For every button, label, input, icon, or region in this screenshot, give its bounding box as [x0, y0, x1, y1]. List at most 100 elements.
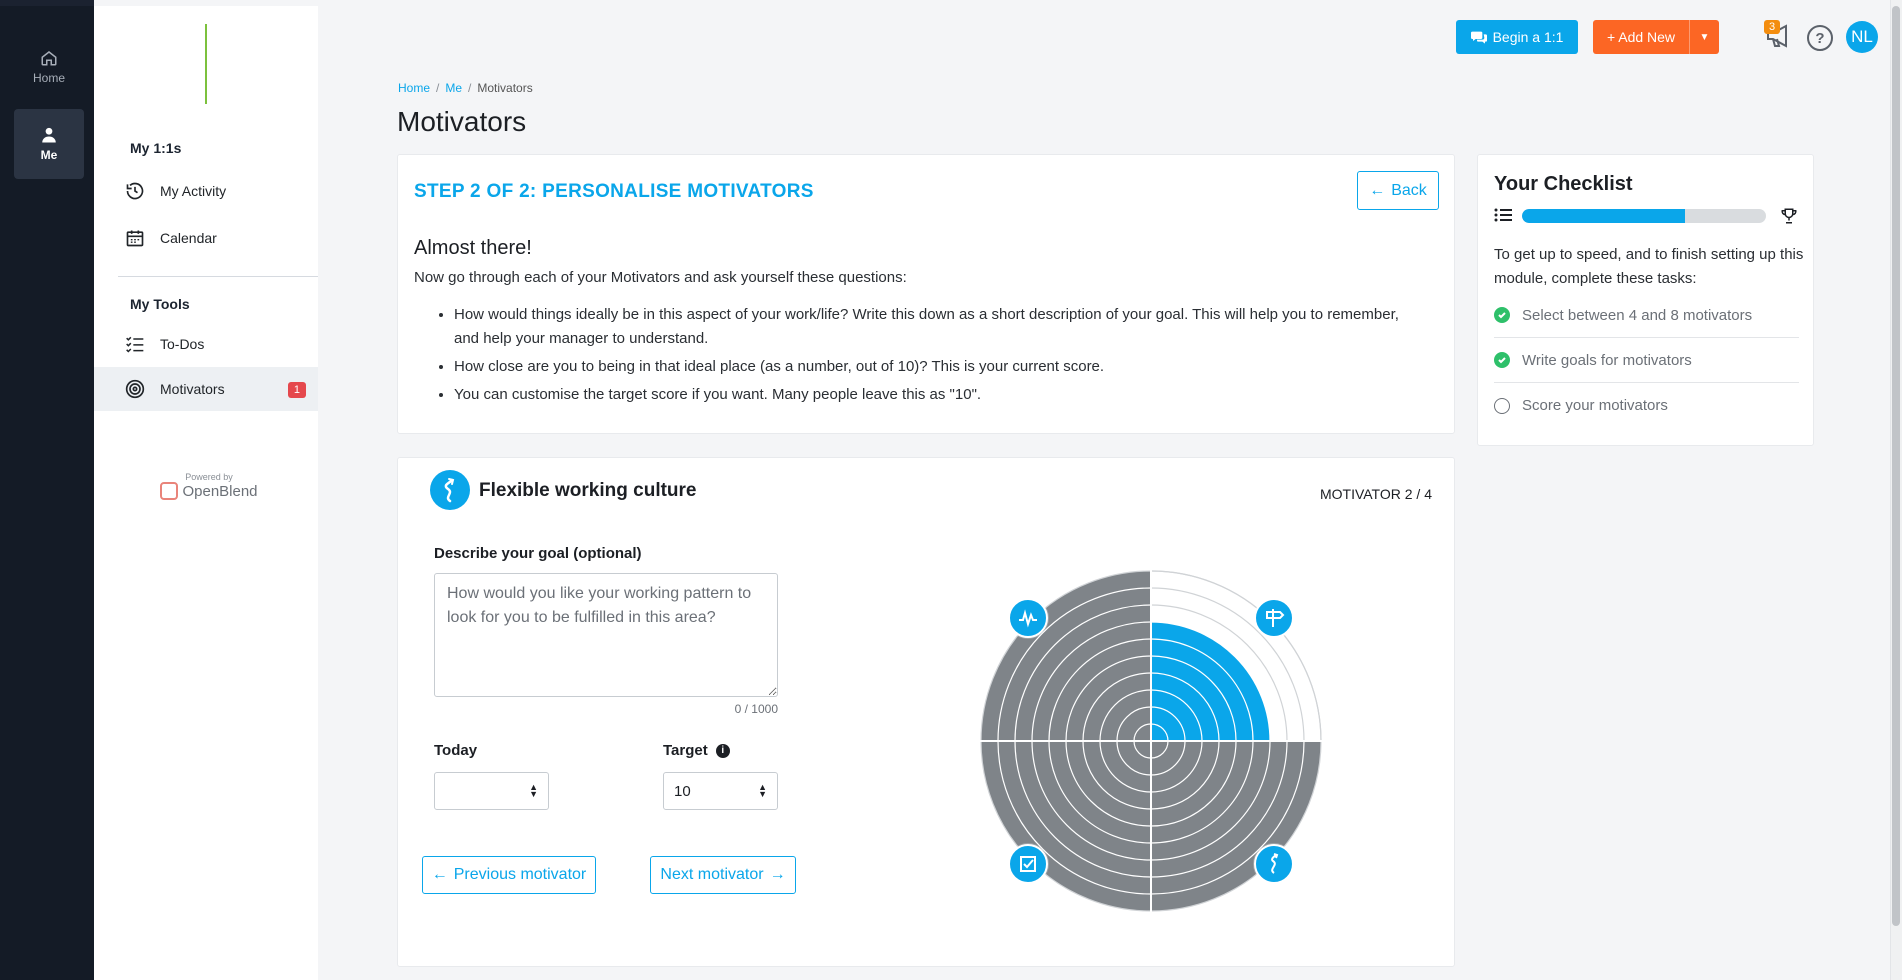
history-icon: [124, 180, 146, 202]
scrollbar-thumb[interactable]: [1892, 6, 1900, 926]
sidebar-item-calendar[interactable]: Calendar: [94, 216, 318, 260]
list-item: How would things ideally be in this aspe…: [454, 303, 1414, 351]
notifications[interactable]: 3: [1764, 20, 1794, 52]
winding-path-icon: [430, 470, 470, 510]
sidebar-item-label: Calendar: [160, 230, 217, 246]
target-select[interactable]: 10 ▲ ▼: [663, 772, 778, 810]
breadcrumb-current: Motivators: [477, 81, 533, 95]
question-list: How would things ideally be in this aspe…: [454, 303, 1414, 411]
target-label-wrap: Target i: [663, 742, 730, 759]
nav-home[interactable]: Home: [14, 32, 84, 102]
sidebar-item-todos[interactable]: To-Dos: [94, 322, 318, 366]
calendar-icon: [124, 227, 146, 249]
user-avatar[interactable]: NL: [1846, 21, 1878, 53]
page-title: Motivators: [397, 106, 527, 137]
motivator-wheel[interactable]: [978, 568, 1324, 914]
progress-bar: [1522, 209, 1766, 223]
previous-motivator-label: Previous motivator: [453, 866, 587, 883]
target-icon: [124, 378, 146, 400]
signpost-icon[interactable]: [1253, 597, 1295, 639]
next-motivator-button[interactable]: Next motivator →: [650, 856, 796, 894]
arrow-right-icon: →: [769, 866, 786, 883]
section-title-my-1to1s: My 1:1s: [130, 140, 182, 156]
empty-circle-icon: [1494, 397, 1510, 414]
chevron-down-icon[interactable]: ▼: [1689, 20, 1719, 54]
wheel-segment[interactable]: [981, 571, 1151, 741]
list-item: You can customise the target score if yo…: [454, 383, 1414, 407]
wheel-segment[interactable]: [1151, 622, 1270, 741]
sidebar: My 1:1s My Activity Calendar My Tools To…: [94, 6, 318, 980]
add-new-button[interactable]: + Add New ▼: [1593, 20, 1719, 54]
step-title: STEP 2 OF 2: PERSONALISE MOTIVATORS: [414, 181, 814, 202]
list-item: How close are you to being in that ideal…: [454, 355, 1414, 379]
motivators-badge: 1: [287, 382, 306, 398]
winding-path-icon[interactable]: [1253, 843, 1295, 885]
checklist-progress: [1494, 207, 1799, 224]
person-icon: [42, 127, 56, 143]
powered-by-text: Powered by: [185, 472, 233, 482]
brand-logo: OpenBlend: [154, 482, 264, 500]
breadcrumb: Home / Me / Motivators: [398, 81, 533, 95]
pulse-icon[interactable]: [1007, 597, 1049, 639]
breadcrumb-me[interactable]: Me: [445, 81, 462, 95]
powered-by: Powered by OpenBlend: [154, 472, 264, 500]
progress-fill: [1522, 209, 1686, 223]
sidebar-item-label: Motivators: [160, 381, 225, 397]
nav-me-label: Me: [40, 148, 58, 162]
sidebar-divider: [118, 276, 318, 277]
today-select[interactable]: ▲ ▼: [434, 772, 549, 810]
step-card: STEP 2 OF 2: PERSONALISE MOTIVATORS ← Ba…: [397, 154, 1455, 434]
sidebar-item-motivators[interactable]: Motivators 1: [94, 367, 318, 411]
checklist-card: Your Checklist To get up to speed, and t…: [1477, 154, 1814, 446]
select-arrows-icon: ▲ ▼: [758, 782, 767, 799]
sidebar-item-label: My Activity: [160, 183, 227, 199]
task-label: Score your motivators: [1522, 397, 1668, 414]
sidebar-item-label: To-Dos: [160, 336, 205, 352]
target-label: Target: [663, 742, 708, 759]
breadcrumb-home[interactable]: Home: [398, 81, 430, 95]
help-button[interactable]: ?: [1807, 25, 1833, 51]
previous-motivator-button[interactable]: ← Previous motivator: [422, 856, 596, 894]
scrollbar[interactable]: [1890, 0, 1902, 980]
nav-home-label: Home: [32, 71, 65, 85]
wheel-segment[interactable]: [981, 741, 1151, 911]
todo-list-icon: [124, 333, 146, 355]
step-intro: Now go through each of your Motivators a…: [414, 269, 907, 286]
checkbox-icon[interactable]: [1007, 843, 1049, 885]
openblend-logo-icon: [160, 482, 179, 500]
motivator-counter: MOTIVATOR 2 / 4: [1319, 486, 1432, 502]
checklist-description: To get up to speed, and to finish settin…: [1494, 246, 1804, 287]
brand-name: OpenBlend: [182, 482, 258, 500]
target-value: 10: [674, 782, 691, 800]
wheel-segment[interactable]: [1151, 741, 1321, 911]
trophy-icon: [1781, 208, 1797, 224]
goal-char-counter: 0 / 1000: [734, 702, 778, 716]
nav-me[interactable]: Me: [14, 109, 84, 179]
section-title-my-tools: My Tools: [130, 296, 190, 312]
check-circle-icon: [1494, 352, 1510, 368]
today-label: Today: [434, 742, 478, 759]
motivator-title: Flexible working culture: [479, 480, 697, 501]
logo-placeholder: [205, 24, 207, 104]
begin-1to1-button[interactable]: Begin a 1:1: [1456, 20, 1578, 54]
back-label: Back: [1391, 181, 1427, 199]
chat-bubbles-icon: [1470, 31, 1487, 44]
motivator-card: Flexible working culture MOTIVATOR 2 / 4…: [397, 457, 1455, 967]
task-label: Write goals for motivators: [1522, 351, 1692, 369]
check-circle-icon: [1494, 307, 1510, 323]
begin-1to1-label: Begin a 1:1: [1492, 29, 1564, 45]
back-button[interactable]: ← Back: [1357, 171, 1439, 210]
select-arrows-icon: ▲ ▼: [529, 782, 538, 799]
left-rail: Home Me: [0, 0, 94, 980]
checklist-task: Select between 4 and 8 motivators: [1494, 293, 1799, 338]
next-motivator-label: Next motivator: [660, 866, 764, 883]
arrow-left-icon: ←: [431, 866, 448, 883]
info-icon[interactable]: i: [715, 743, 730, 758]
checklist-task: Score your motivators: [1494, 383, 1799, 428]
add-new-label: + Add New: [1606, 29, 1676, 45]
sidebar-item-my-activity[interactable]: My Activity: [94, 169, 318, 213]
goal-label: Describe your goal (optional): [434, 545, 642, 562]
home-icon: [41, 51, 57, 66]
goal-textarea[interactable]: [434, 573, 778, 697]
notification-count-badge: 3: [1764, 20, 1781, 34]
